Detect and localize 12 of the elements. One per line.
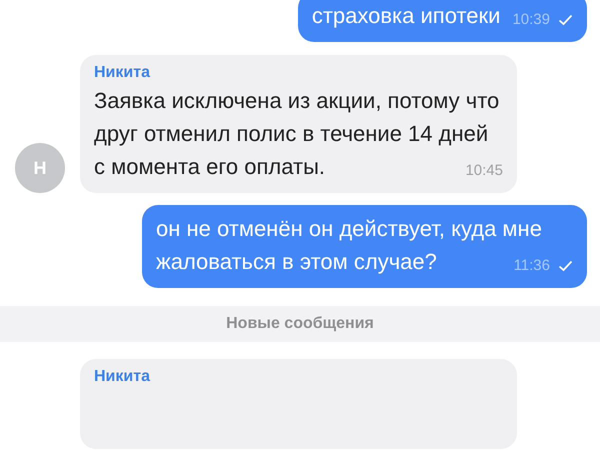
message-time: 10:45 bbox=[465, 161, 503, 181]
checkmark-icon bbox=[558, 260, 573, 272]
message-bubble: Никита Заявка исключена из акции, потому что друг отменил полис в течение 14 дней с момента его оплаты. 10:45 bbox=[80, 55, 517, 193]
message-time: 10:39 bbox=[512, 10, 550, 30]
sender-name: Никита bbox=[94, 63, 152, 83]
checkmark-icon bbox=[558, 14, 573, 26]
message-bubble: он не отменён он действует, куда мне жаловаться в этом случае? 11:36 bbox=[142, 205, 587, 288]
message-time: 11:36 bbox=[514, 256, 550, 276]
message-bubble: страховка ипотеки 10:39 bbox=[298, 0, 587, 42]
avatar: Н bbox=[15, 143, 65, 193]
sender-name: Никита bbox=[94, 367, 152, 387]
new-messages-divider: Новые сообщения bbox=[226, 315, 374, 332]
